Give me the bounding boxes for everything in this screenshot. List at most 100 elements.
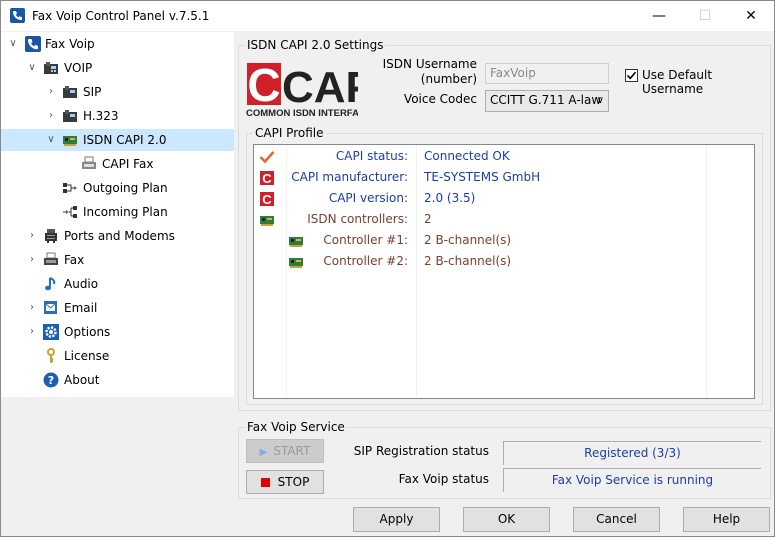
- incoming-plan-icon: [62, 204, 78, 220]
- ip-phone-icon: [62, 108, 78, 124]
- tree-item-voip[interactable]: ∨ VOIP: [1, 57, 234, 79]
- play-icon: ▶: [259, 447, 268, 458]
- chevron-down-icon[interactable]: ∨: [45, 129, 57, 151]
- profile-value: 2 B-channel(s): [424, 233, 512, 247]
- username-input[interactable]: FaxVoip: [485, 63, 609, 84]
- capi-icon: C: [259, 191, 275, 207]
- svg-text:C: C: [247, 61, 280, 111]
- tree-item-label: License: [64, 349, 110, 363]
- ok-button[interactable]: OK: [463, 507, 550, 532]
- main-window: Fax Voip Control Panel v.7.5.1 — ☐ ✕ ∨ F…: [0, 0, 775, 537]
- tree-item-label: H.323: [83, 109, 119, 123]
- stop-icon: [260, 478, 270, 487]
- tree-item-audio[interactable]: Audio: [1, 273, 234, 295]
- window-title: Fax Voip Control Panel v.7.5.1: [32, 9, 210, 23]
- chevron-down-icon[interactable]: ∨: [26, 57, 38, 79]
- chevron-right-icon[interactable]: ›: [45, 81, 57, 103]
- voice-codec-label: Voice Codec: [403, 92, 477, 106]
- email-icon: [43, 300, 59, 316]
- tree-item-label: VOIP: [64, 61, 93, 75]
- checkmark-icon: [626, 71, 637, 80]
- svg-text:C: C: [262, 171, 272, 186]
- tree-item-license[interactable]: License: [1, 345, 234, 367]
- start-button[interactable]: ▶ START: [246, 439, 324, 463]
- isdn-card-icon: [288, 233, 304, 249]
- chevron-right-icon[interactable]: ›: [45, 105, 57, 127]
- tree-item-email[interactable]: › Email: [1, 297, 234, 319]
- service-group-title: Fax Voip Service: [245, 419, 347, 435]
- use-default-username-checkbox[interactable]: [625, 69, 638, 82]
- profile-value: 2 B-channel(s): [424, 254, 512, 268]
- help-button[interactable]: Help: [683, 507, 770, 532]
- chevron-right-icon[interactable]: ›: [26, 321, 38, 343]
- tree-item-label: Fax Voip: [45, 37, 95, 51]
- profile-name: Controller #2:: [323, 254, 408, 268]
- ip-phone-icon: [62, 84, 78, 100]
- tree-item-label: CAPI Fax: [102, 157, 154, 171]
- capi-profile-list[interactable]: CAPI status: Connected OK C CAPI manufac…: [253, 144, 755, 399]
- tree-item-options[interactable]: › Options: [1, 321, 234, 343]
- outgoing-plan-icon: [62, 180, 78, 196]
- tree-item-outgoing-plan[interactable]: Outgoing Plan: [1, 177, 234, 199]
- tree-item-fax-voip[interactable]: ∨ Fax Voip: [1, 33, 234, 55]
- service-status-value: Fax Voip Service is running: [503, 468, 761, 492]
- check-icon: [259, 149, 275, 165]
- chevron-right-icon[interactable]: ›: [26, 297, 38, 319]
- profile-row-controllers[interactable]: ISDN controllers: 2: [254, 209, 754, 230]
- profile-row-version[interactable]: C CAPI version: 2.0 (3.5): [254, 188, 754, 209]
- close-button[interactable]: ✕: [728, 1, 774, 31]
- profile-row-manufacturer[interactable]: C CAPI manufacturer: TE-SYSTEMS GmbH: [254, 167, 754, 188]
- profile-value: 2.0 (3.5): [424, 191, 476, 205]
- svg-text:C: C: [262, 192, 272, 207]
- fax-icon: [43, 252, 59, 268]
- stop-button[interactable]: STOP: [246, 470, 324, 494]
- profile-name: ISDN controllers:: [307, 212, 408, 226]
- tree-item-fax[interactable]: › Fax: [1, 249, 234, 271]
- key-icon: [43, 348, 59, 364]
- help-icon: ?: [43, 372, 59, 388]
- tree-item-label: ISDN CAPI 2.0: [83, 133, 167, 147]
- profile-value: 2: [424, 212, 432, 226]
- chevron-right-icon[interactable]: ›: [26, 225, 38, 247]
- logo-text: CAPI: [282, 63, 358, 112]
- profile-row-controller-2[interactable]: Controller #2: 2 B-channel(s): [254, 251, 754, 272]
- navigation-tree[interactable]: ∨ Fax Voip ∨ VOIP › SIP › H.323 ∨ ISDN C…: [1, 32, 234, 397]
- voice-codec-value: CCITT G.711 A-law: [490, 93, 602, 107]
- tree-item-ports-modems[interactable]: › Ports and Modems: [1, 225, 234, 247]
- profile-row-status[interactable]: CAPI status: Connected OK: [254, 146, 754, 167]
- tree-item-h323[interactable]: › H.323: [1, 105, 234, 127]
- service-status-label: Fax Voip status: [398, 472, 489, 486]
- music-note-icon: [43, 276, 59, 292]
- isdn-card-icon: [288, 254, 304, 270]
- tree-item-label: Incoming Plan: [83, 205, 168, 219]
- profile-value: Connected OK: [424, 149, 510, 163]
- tree-item-label: Outgoing Plan: [83, 181, 168, 195]
- tree-item-label: SIP: [83, 85, 102, 99]
- title-bar: Fax Voip Control Panel v.7.5.1 — ☐ ✕: [1, 1, 774, 31]
- minimize-button[interactable]: —: [636, 1, 682, 31]
- modem-icon: [43, 228, 59, 244]
- cancel-button[interactable]: Cancel: [573, 507, 660, 532]
- voice-codec-select[interactable]: CCITT G.711 A-law ∨: [485, 90, 609, 112]
- phone-icon: [25, 36, 41, 52]
- profile-name: CAPI manufacturer:: [291, 170, 408, 184]
- profile-row-controller-1[interactable]: Controller #1: 2 B-channel(s): [254, 230, 754, 251]
- chevron-down-icon[interactable]: ∨: [7, 33, 19, 55]
- tree-item-capi-fax[interactable]: CAPI Fax: [1, 153, 234, 175]
- sip-status-label: SIP Registration status: [353, 444, 489, 458]
- tree-item-label: Email: [64, 301, 98, 315]
- tree-item-isdn-capi[interactable]: ∨ ISDN CAPI 2.0: [1, 129, 234, 151]
- tree-item-label: Audio: [64, 277, 99, 291]
- isdn-card-icon: [259, 212, 275, 228]
- app-phone-icon: [10, 8, 25, 23]
- use-default-username-label[interactable]: Use Default Username: [642, 68, 774, 96]
- chevron-right-icon[interactable]: ›: [26, 249, 38, 271]
- tree-item-incoming-plan[interactable]: Incoming Plan: [1, 201, 234, 223]
- tree-item-sip[interactable]: › SIP: [1, 81, 234, 103]
- sip-status-value: Registered (3/3): [503, 441, 761, 465]
- apply-button[interactable]: Apply: [353, 507, 440, 532]
- isdn-card-icon: [62, 132, 78, 148]
- profile-name: CAPI version:: [328, 191, 408, 205]
- tree-item-about[interactable]: ? About: [1, 369, 234, 391]
- maximize-button[interactable]: ☐: [682, 1, 728, 31]
